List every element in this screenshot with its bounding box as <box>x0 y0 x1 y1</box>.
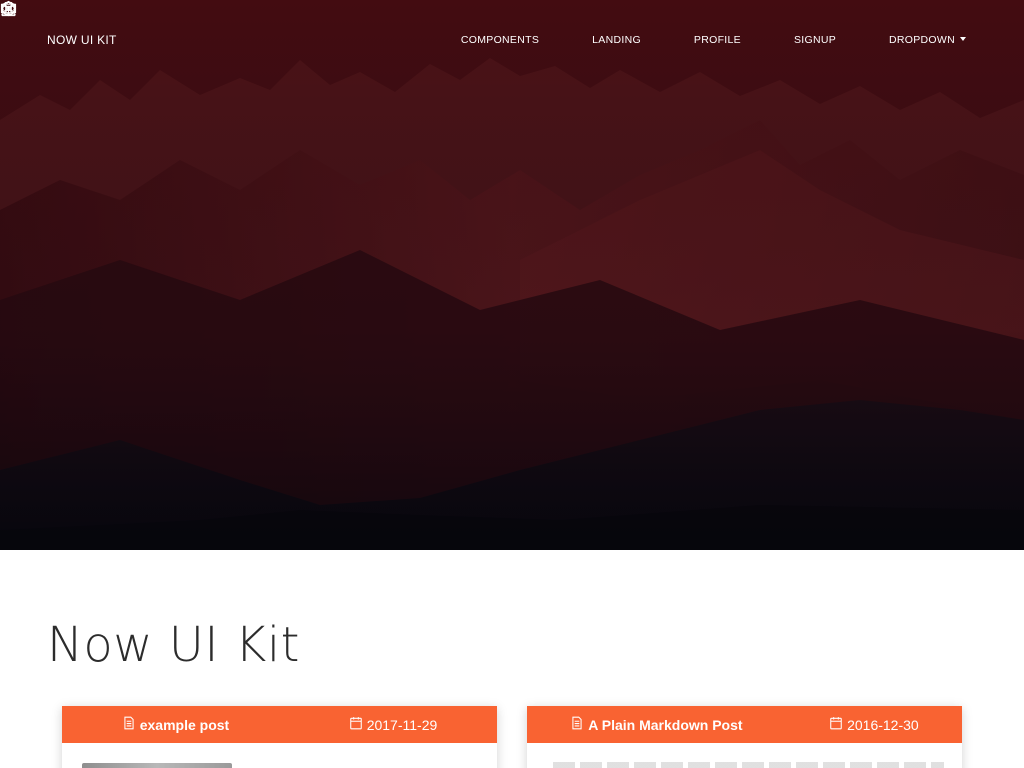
nav-item-landing[interactable]: LANDING <box>0 1 641 49</box>
nav-item-label: LANDING <box>592 34 641 46</box>
nav-item-label: PROFILE <box>693 34 741 46</box>
post-date-group: 2017-11-29 <box>349 716 438 733</box>
top-navbar: NOW UI KIT COMPONENTS LANDING PROFILE SI… <box>0 0 1024 80</box>
nav-item-profile[interactable]: PROFILE <box>1 1 741 49</box>
post-excerpt <box>553 762 944 768</box>
gear-icon <box>0 0 883 49</box>
nav-item-components[interactable]: COMPONENTS <box>1 0 540 49</box>
hero-banner: NOW UI KIT COMPONENTS LANDING PROFILE SI… <box>0 0 1024 550</box>
post-card-header: A Plain Markdown Post 2016-12-30 <box>527 706 962 743</box>
post-date: 2016-12-30 <box>847 716 919 733</box>
post-card-header: example post 2017-11-29 <box>62 706 497 743</box>
bank-icon <box>0 1 586 49</box>
nav-item-signup[interactable]: SIGNUP <box>0 3 837 49</box>
cube-icon <box>1 0 455 49</box>
document-icon <box>122 716 136 730</box>
nav-item-label: DROPDOWN <box>889 34 955 46</box>
post-thumbnail-image[interactable] <box>82 763 232 768</box>
mountain-background-image <box>0 0 1024 550</box>
post-title-group[interactable]: A Plain Markdown Post <box>570 716 743 733</box>
ticket-icon <box>0 3 788 49</box>
document-icon <box>570 716 584 730</box>
post-card[interactable]: A Plain Markdown Post 2016-12-30 <box>527 706 962 768</box>
nav-item-label: SIGNUP <box>793 34 837 46</box>
post-date: 2017-11-29 <box>366 716 438 733</box>
nav-item-label: COMPONENTS <box>460 34 540 46</box>
calendar-icon <box>349 716 363 730</box>
nav-item-dropdown[interactable]: DROPDOWN <box>0 0 966 49</box>
post-title[interactable]: A Plain Markdown Post <box>588 717 742 733</box>
post-date-group: 2016-12-30 <box>829 717 919 733</box>
nav-menu: COMPONENTS LANDING PROFILE SIGNUP DROPDO… <box>0 0 966 49</box>
post-title[interactable]: example post <box>140 717 229 733</box>
caret-down-icon <box>960 37 966 41</box>
user-icon <box>1 1 688 49</box>
brand-link[interactable]: NOW UI KIT <box>47 33 117 47</box>
page-title: Now UI Kit <box>47 617 300 673</box>
calendar-icon <box>829 716 843 730</box>
post-title-group[interactable]: example post <box>122 716 229 733</box>
post-card[interactable]: example post 2017-11-29 <box>62 706 497 768</box>
